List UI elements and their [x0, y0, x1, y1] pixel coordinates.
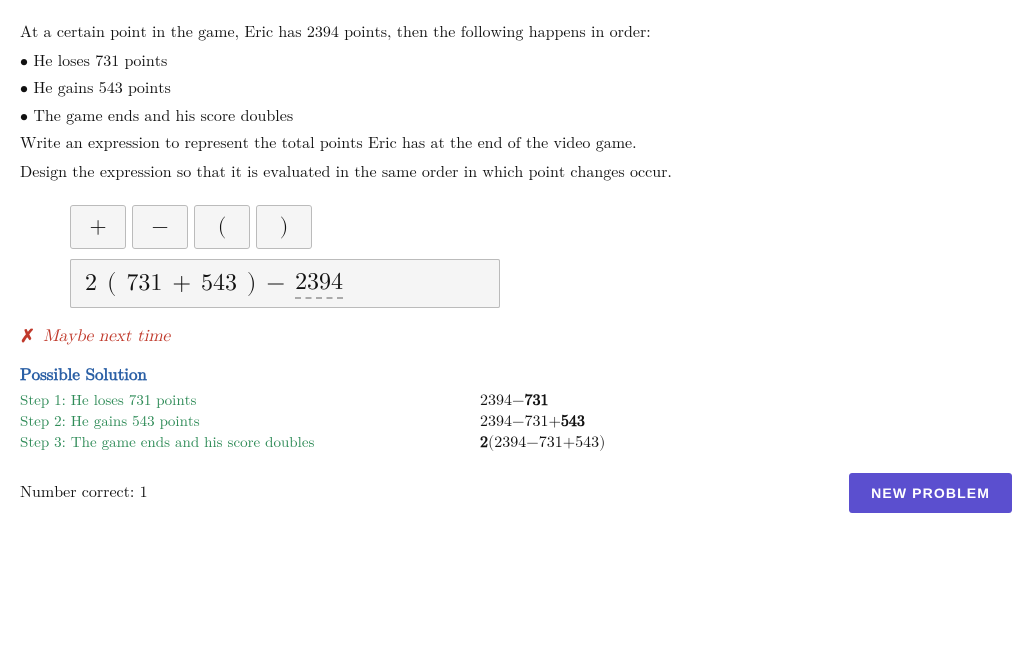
step-3-expr: 2(2394−731+543)	[480, 434, 605, 453]
close-paren-button[interactable]: )	[256, 205, 312, 249]
expr-token-1: (	[107, 269, 116, 298]
instruction-2: Design the expression so that it is eval…	[20, 160, 1012, 187]
solution-step-2: Step 2: He gains 543 points 2394−731+543	[20, 413, 1012, 432]
num-correct-label: Number correct: 1	[20, 484, 148, 503]
instruction-1: Write an expression to represent the tot…	[20, 131, 1012, 158]
solution-section: Possible Solution Step 1: He loses 731 p…	[20, 366, 1012, 453]
problem-intro: At a certain point in the game, Eric has…	[20, 20, 1012, 47]
bullet-list: He loses 731 points He gains 543 points …	[20, 49, 1012, 131]
step-3-desc: Step 3: The game ends and his score doub…	[20, 434, 480, 452]
plus-button[interactable]: +	[70, 205, 126, 249]
x-icon: ✗	[20, 326, 35, 348]
minus-button[interactable]: −	[132, 205, 188, 249]
problem-text: At a certain point in the game, Eric has…	[20, 20, 1012, 187]
bottom-row: Number correct: 1 NEW PROBLEM	[20, 473, 1012, 513]
step-1-desc: Step 1: He loses 731 points	[20, 392, 480, 410]
feedback-text: Maybe next time	[43, 327, 170, 347]
bullet-item-2: He gains 543 points	[20, 76, 1012, 103]
expr-token-7: 2394	[295, 268, 343, 299]
expr-token-3: +	[172, 269, 191, 298]
expr-token-0: 2	[85, 269, 97, 298]
expr-token-2: 731	[126, 269, 162, 298]
step-2-desc: Step 2: He gains 543 points	[20, 413, 480, 431]
feedback-row: ✗ Maybe next time	[20, 326, 1012, 348]
expr-token-5: )	[247, 269, 256, 298]
solution-title: Possible Solution	[20, 366, 1012, 386]
operator-row: + − ( )	[70, 205, 1012, 249]
expr-token-6: −	[266, 269, 285, 298]
solution-steps: Step 1: He loses 731 points 2394−731 Ste…	[20, 392, 1012, 453]
open-paren-button[interactable]: (	[194, 205, 250, 249]
bullet-item-1: He loses 731 points	[20, 49, 1012, 76]
solution-step-3: Step 3: The game ends and his score doub…	[20, 434, 1012, 453]
new-problem-button[interactable]: NEW PROBLEM	[849, 473, 1012, 513]
step-2-expr: 2394−731+543	[480, 413, 585, 432]
step-1-expr: 2394−731	[480, 392, 548, 411]
solution-step-1: Step 1: He loses 731 points 2394−731	[20, 392, 1012, 411]
expr-token-4: 543	[201, 269, 237, 298]
expression-area: 2 ( 731 + 543 ) − 2394	[70, 259, 500, 308]
bullet-item-3: The game ends and his score doubles	[20, 104, 1012, 131]
